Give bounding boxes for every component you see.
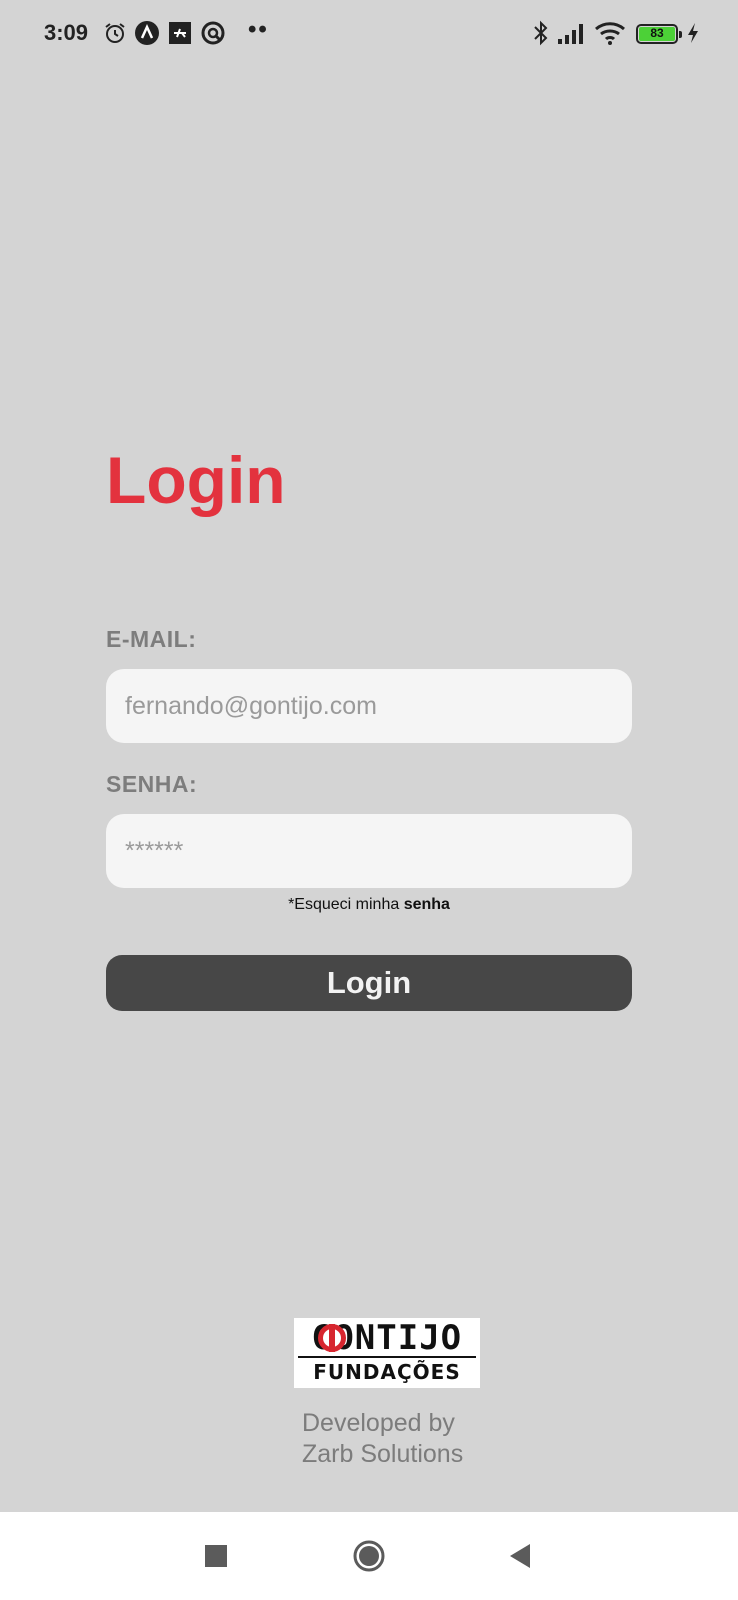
app-a-icon [134,20,160,46]
password-field[interactable] [106,814,632,888]
credits-line-1: Developed by [302,1409,455,1437]
password-label: SENHA: [106,771,198,797]
developer-credits: Developed by Zarb Solutions [302,1408,463,1470]
forgot-password-link[interactable]: *Esqueci minha senha [0,896,738,914]
battery-icon: 83 [636,24,682,44]
logo-ring-icon [318,1324,346,1352]
email-label: E-MAIL: [106,626,197,652]
forgot-password-bold: senha [403,896,450,913]
app-q-icon [200,20,226,46]
home-icon[interactable] [347,1534,391,1578]
status-time: 3:09 [44,20,89,45]
signal-icon [556,20,586,46]
wifi-icon [594,20,626,46]
forgot-password-text: *Esqueci minha [288,896,404,913]
navigation-bar [0,1512,738,1600]
gontijo-logo: GONTIJO FUNDAÇÕES [294,1318,480,1388]
email-field[interactable] [106,669,632,743]
logo-bottom-text: FUNDAÇÕES [313,1360,461,1384]
charging-icon [684,20,702,46]
bluetooth-icon [528,20,554,46]
battery-level: 83 [639,27,675,41]
status-bar: 3:09 •• 83 [0,0,738,70]
login-screen: 3:09 •• 83 Login E-MAIL: fernando@gontij… [0,0,738,1600]
back-icon[interactable] [498,1534,542,1578]
login-button[interactable]: Login [106,955,632,1011]
credits-line-2: Zarb Solutions [302,1440,464,1468]
recents-icon[interactable] [194,1534,238,1578]
app-tile-icon [167,20,193,46]
alarm-icon [102,20,128,46]
page-title: Login [106,443,286,517]
more-dots-icon: •• [248,16,269,43]
